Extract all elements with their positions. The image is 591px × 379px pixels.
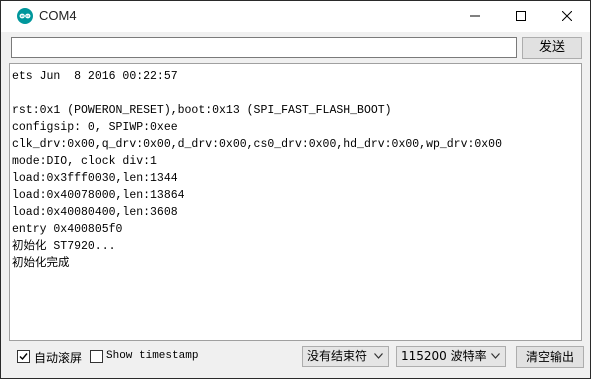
output-line: load:0x40080400,len:3608 bbox=[12, 206, 178, 219]
serial-output-area[interactable]: ets Jun 8 2016 00:22:57 rst:0x1 (POWERON_… bbox=[9, 63, 582, 341]
output-line: 初始化 ST7920... bbox=[12, 240, 116, 253]
maximize-button[interactable] bbox=[498, 1, 544, 32]
timestamp-label: Show timestamp bbox=[106, 350, 199, 362]
status-bar: 自动滚屏 Show timestamp 没有结束符 115200 波特率 清空输… bbox=[1, 341, 590, 378]
chevron-down-icon bbox=[491, 353, 500, 359]
close-icon bbox=[562, 11, 572, 21]
output-line: rst:0x1 (POWERON_RESET),boot:0x13 (SPI_F… bbox=[12, 104, 392, 117]
output-line: ets Jun 8 2016 00:22:57 bbox=[12, 70, 178, 83]
output-line: entry 0x400805f0 bbox=[12, 223, 123, 236]
line-ending-select[interactable]: 没有结束符 bbox=[302, 346, 389, 367]
output-line: 初始化完成 bbox=[12, 257, 70, 270]
output-line: configsip: 0, SPIWP:0xee bbox=[12, 121, 178, 134]
output-line: load:0x40078000,len:13864 bbox=[12, 189, 185, 202]
serial-monitor-window: COM4 发送 ets Jun 8 2016 00:22:57 rst:0x1 (… bbox=[0, 0, 591, 379]
output-line: clk_drv:0x00,q_drv:0x00,d_drv:0x00,cs0_d… bbox=[12, 138, 502, 151]
baud-rate-value: 115200 波特率 bbox=[401, 349, 487, 363]
minimize-icon bbox=[470, 15, 480, 17]
autoscroll-checkbox[interactable] bbox=[17, 350, 30, 363]
close-button[interactable] bbox=[544, 1, 590, 32]
send-input[interactable] bbox=[11, 37, 517, 58]
timestamp-checkbox[interactable] bbox=[90, 350, 103, 363]
send-button[interactable]: 发送 bbox=[522, 37, 582, 59]
minimize-button[interactable] bbox=[452, 1, 498, 32]
clear-output-button[interactable]: 清空输出 bbox=[516, 346, 584, 368]
baud-rate-select[interactable]: 115200 波特率 bbox=[396, 346, 506, 367]
maximize-icon bbox=[516, 11, 526, 21]
output-line: mode:DIO, clock div:1 bbox=[12, 155, 157, 168]
checkmark-icon bbox=[19, 353, 28, 361]
output-lines: ets Jun 8 2016 00:22:57 rst:0x1 (POWERON_… bbox=[12, 68, 502, 272]
window-title: COM4 bbox=[39, 8, 77, 23]
send-bar: 发送 bbox=[1, 32, 590, 63]
arduino-logo-icon bbox=[17, 8, 33, 24]
output-line: load:0x3fff0030,len:1344 bbox=[12, 172, 178, 185]
chevron-down-icon bbox=[374, 353, 383, 359]
title-bar: COM4 bbox=[1, 1, 590, 32]
line-ending-value: 没有结束符 bbox=[307, 349, 368, 363]
autoscroll-label: 自动滚屏 bbox=[34, 351, 83, 365]
